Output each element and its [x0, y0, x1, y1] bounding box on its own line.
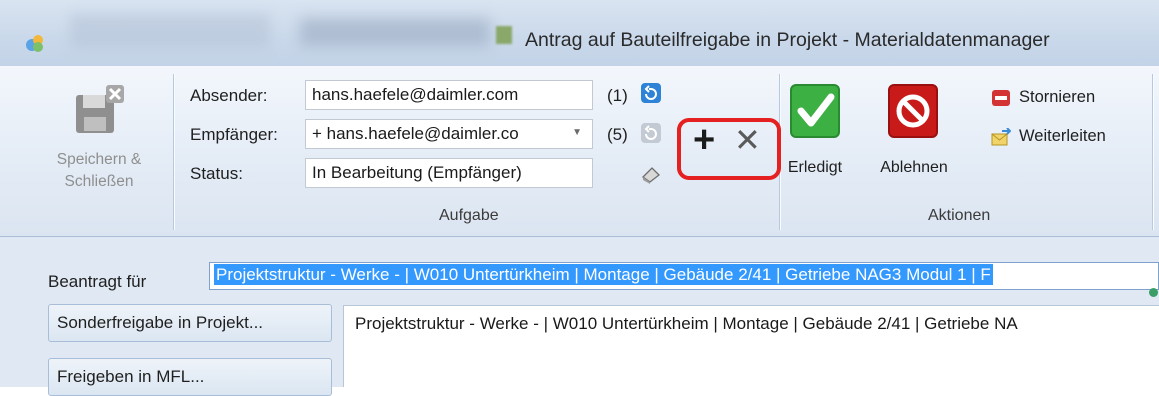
erledigt-button[interactable]: Erledigt — [785, 81, 845, 181]
aktionen-group-label: Aktionen — [928, 207, 991, 224]
refresh-icon[interactable] — [640, 82, 662, 104]
ribbon-separator — [173, 74, 174, 230]
book-icon[interactable] — [640, 162, 662, 184]
blurred-toolbar-area — [70, 14, 270, 48]
absender-field[interactable]: hans.haefele@daimler.com — [305, 80, 593, 110]
empfaenger-count: (5) — [607, 125, 628, 144]
weiterleiten-label: Weiterleiten — [1019, 127, 1106, 145]
refresh-icon[interactable] — [640, 122, 662, 144]
plus-icon[interactable]: + — [693, 120, 721, 160]
absender-count: (1) — [607, 86, 628, 105]
detail-text-area[interactable]: Projektstruktur - Werke - | W010 Untertü… — [343, 305, 1159, 387]
erledigt-label: Erledigt — [787, 159, 843, 176]
beantragt-label: Beantragt für — [48, 272, 147, 291]
forward-mail-icon — [991, 128, 1011, 146]
beantragt-field[interactable]: Projektstruktur - Werke - | W010 Untertü… — [209, 262, 1159, 290]
sonderfreigabe-button[interactable]: Sonderfreigabe in Projekt... — [48, 304, 332, 342]
checkmark-icon — [790, 84, 840, 138]
blurred-tab-area — [300, 18, 490, 46]
beantragt-value: Projektstruktur - Werke - | W010 Untertü… — [214, 264, 993, 285]
title-bar: Antrag auf Bauteilfreigabe in Projekt - … — [0, 0, 1159, 66]
ablehnen-button[interactable]: Ablehnen — [867, 81, 961, 181]
stornieren-label: Stornieren — [1019, 88, 1096, 106]
blurred-icon — [496, 26, 512, 44]
chevron-down-icon[interactable]: ▼ — [572, 127, 582, 138]
ablehnen-label: Ablehnen — [880, 159, 948, 176]
stornieren-button[interactable]: Stornieren — [991, 88, 1151, 110]
no-entry-icon — [888, 84, 938, 138]
window-title: Antrag auf Bauteilfreigabe in Projekt - … — [525, 29, 1050, 51]
resize-handle[interactable] — [1149, 288, 1158, 297]
empfaenger-label: Empfänger: — [190, 125, 278, 144]
freigeben-mfl-button[interactable]: Freigeben in MFL... — [48, 358, 332, 396]
absender-label: Absender: — [190, 86, 268, 105]
weiterleiten-button[interactable]: Weiterleiten — [991, 127, 1151, 149]
app-icon[interactable] — [24, 32, 46, 54]
ribbon-separator — [1152, 74, 1153, 230]
cancel-icon — [992, 90, 1010, 106]
status-field: In Bearbeitung (Empfänger) — [305, 158, 593, 188]
close-icon[interactable]: ✕ — [734, 122, 761, 158]
status-label: Status: — [190, 164, 243, 183]
aufgabe-group-label: Aufgabe — [439, 207, 499, 224]
empfaenger-field[interactable]: + hans.haefele@daimler.co ▼ — [305, 119, 593, 149]
save-close-label: Speichern & — [56, 151, 142, 168]
empfaenger-value: + hans.haefele@daimler.co — [312, 124, 519, 143]
save-disk-icon — [76, 85, 124, 133]
save-close-button[interactable]: Speichern & Schließen — [40, 83, 158, 213]
save-close-label: Schließen — [64, 173, 134, 190]
